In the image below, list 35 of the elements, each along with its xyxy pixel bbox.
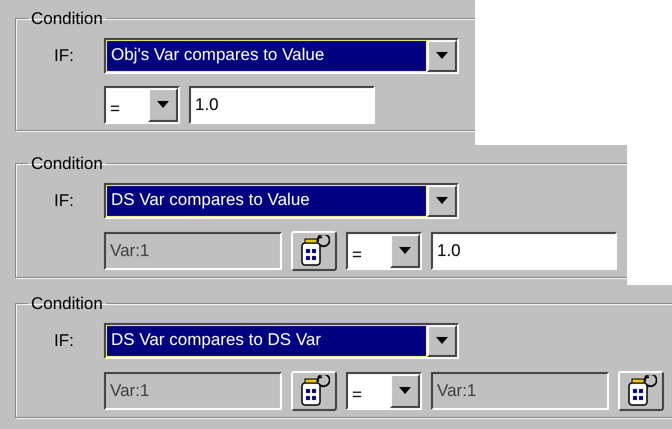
dropdown-button[interactable] — [427, 324, 457, 356]
caret-icon — [157, 101, 169, 108]
condition-type-combo[interactable]: DS Var compares to Value — [104, 182, 459, 218]
operator-combo[interactable]: = — [104, 86, 180, 124]
selected-condition: DS Var compares to DS Var — [107, 326, 426, 356]
value-field[interactable]: 1.0 — [189, 86, 375, 124]
group-title: Condition — [30, 293, 104, 315]
variable-picker-button[interactable] — [618, 370, 664, 410]
selected-condition: DS Var compares to Value — [107, 186, 426, 216]
selected-condition: Obj's Var compares to Value — [107, 40, 426, 70]
operator-combo[interactable]: = — [346, 372, 422, 410]
value-field[interactable]: 1.0 — [431, 232, 617, 270]
operator-combo[interactable]: = — [346, 232, 422, 270]
caret-icon — [399, 387, 411, 394]
caret-icon — [399, 247, 411, 254]
if-label: IF: — [54, 330, 75, 352]
condition-type-combo[interactable]: Obj's Var compares to Value — [104, 38, 459, 74]
variable-field[interactable]: Var:1 — [431, 372, 609, 410]
caret-icon — [436, 197, 448, 204]
caret-icon — [436, 337, 448, 344]
dropdown-button[interactable] — [427, 184, 457, 216]
variable-picker-button[interactable] — [291, 370, 337, 410]
variable-field[interactable]: Var:1 — [104, 232, 282, 270]
dropdown-button[interactable] — [148, 88, 178, 122]
if-label: IF: — [54, 190, 75, 212]
dropdown-button[interactable] — [427, 40, 457, 72]
group-title: Condition — [30, 153, 104, 175]
dropdown-button[interactable] — [390, 374, 420, 408]
if-label: IF: — [54, 44, 75, 67]
group-title: Condition — [30, 8, 104, 30]
caret-icon — [436, 52, 448, 59]
variable-field[interactable]: Var:1 — [104, 372, 282, 410]
dropdown-button[interactable] — [390, 234, 420, 268]
condition-type-combo[interactable]: DS Var compares to DS Var — [104, 322, 459, 358]
variable-picker-button[interactable] — [291, 230, 337, 270]
